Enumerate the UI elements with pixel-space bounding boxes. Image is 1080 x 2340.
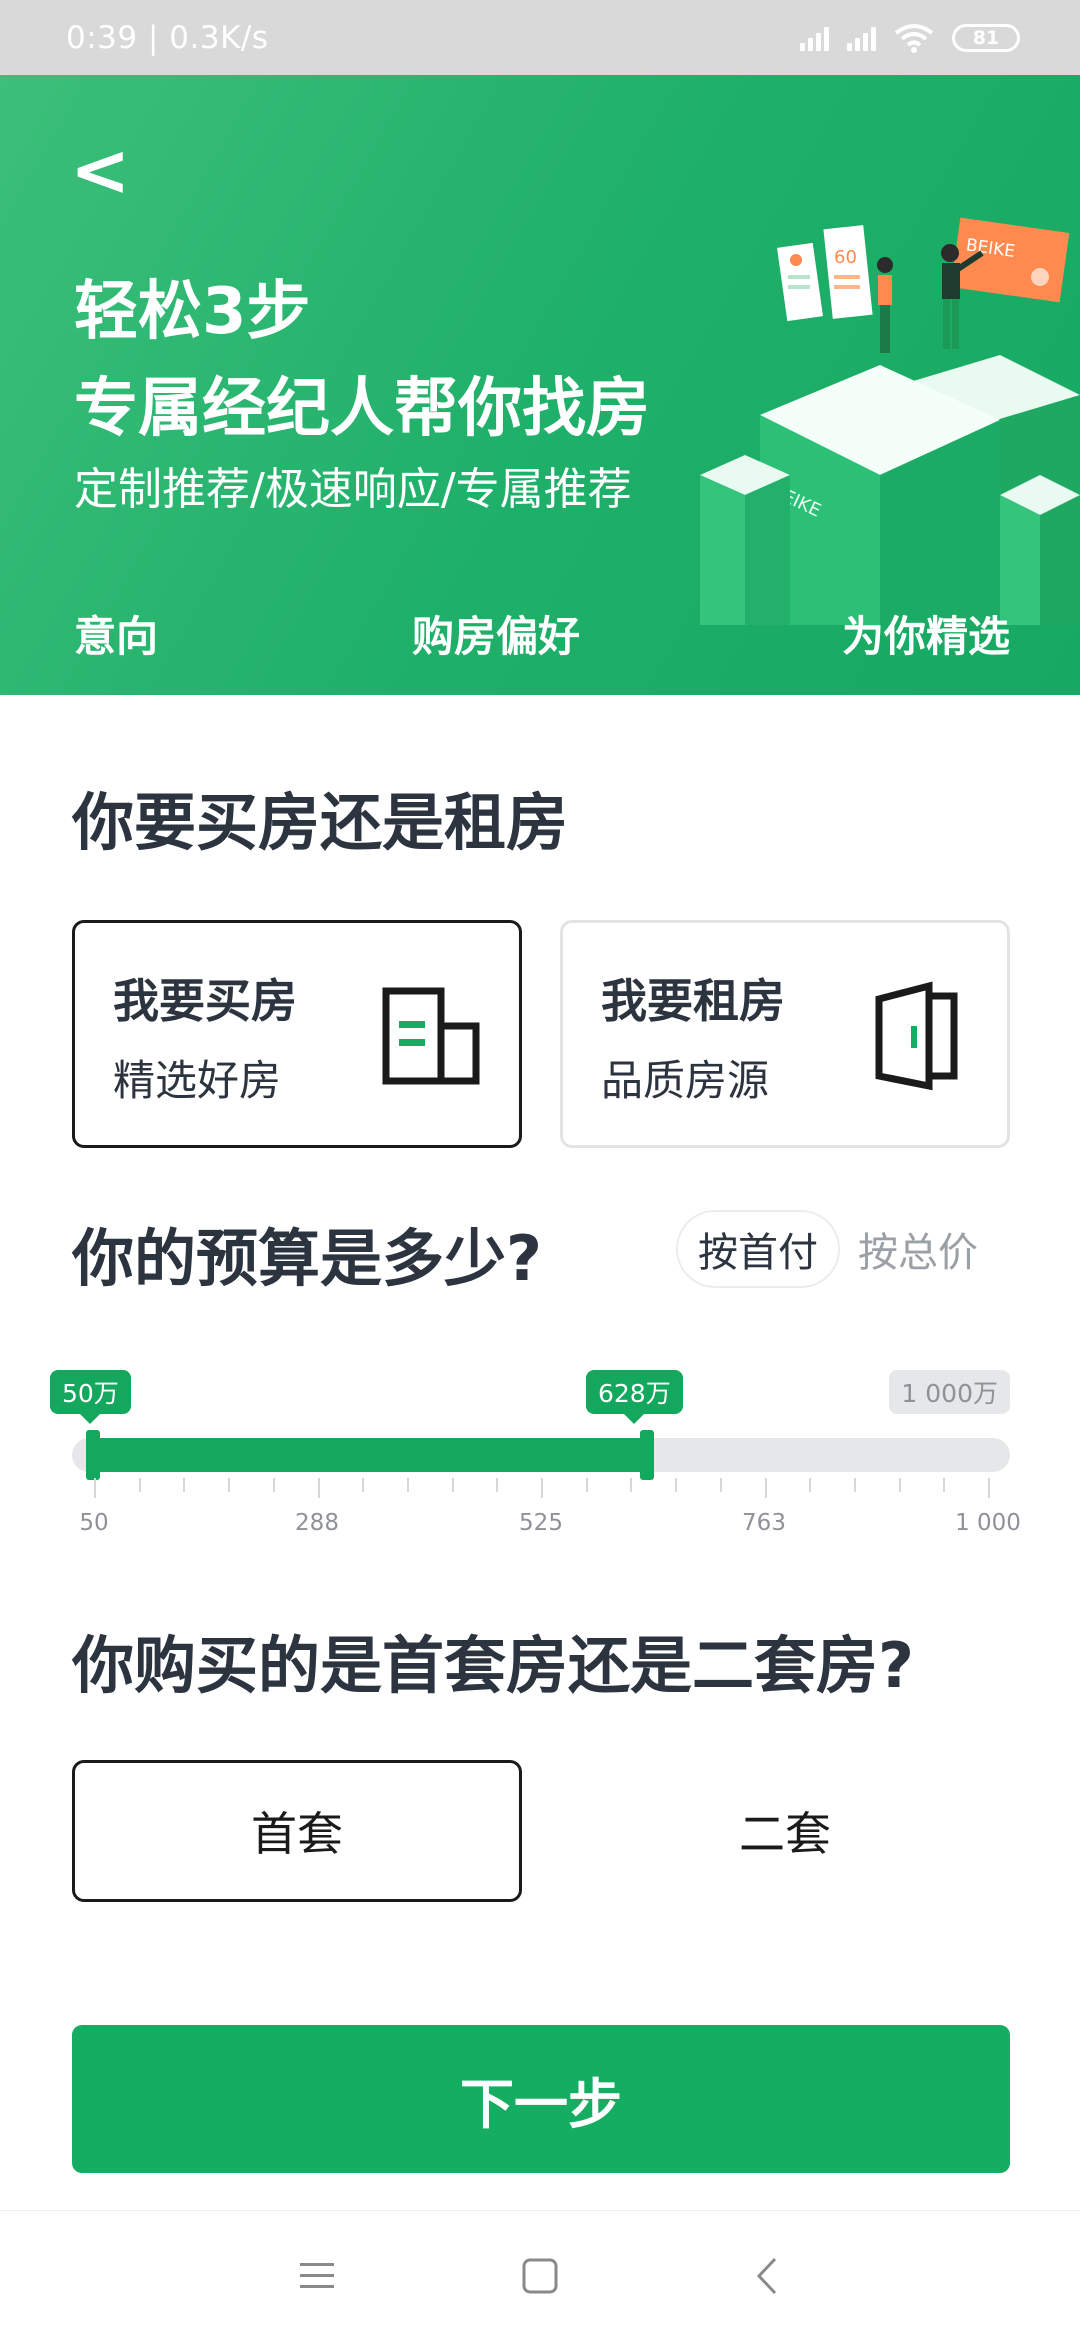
buy-option-card[interactable]: 我要买房 精选好房 xyxy=(72,920,522,1148)
house-type-title: 你购买的是首套房还是二套房? xyxy=(72,1629,914,1702)
slider-tick xyxy=(988,1478,990,1498)
slider-handle-max[interactable] xyxy=(640,1430,654,1480)
slider-tick xyxy=(272,1478,275,1492)
step-intent: 意向 xyxy=(74,612,159,661)
next-step-button[interactable]: 下一步 xyxy=(72,2025,1010,2173)
slider-handle-min[interactable] xyxy=(86,1430,100,1480)
status-left: 0:39 | 0.3K/s xyxy=(66,20,269,56)
slider-tick xyxy=(228,1478,231,1492)
status-net-speed: 0.3K/s xyxy=(169,19,269,56)
header-title-line1: 轻松3步 xyxy=(74,275,311,349)
home-icon[interactable] xyxy=(517,2253,563,2299)
system-nav-bar xyxy=(0,2210,1080,2340)
slider-tick xyxy=(898,1478,901,1492)
slider-tick xyxy=(764,1478,767,1498)
status-bar: 0:39 | 0.3K/s 81 xyxy=(0,0,1080,75)
tick-label: 525 xyxy=(519,1510,563,1536)
tick-label: 50 xyxy=(79,1510,109,1536)
step-preference: 购房偏好 xyxy=(412,612,581,661)
buy-option-title: 我要买房 xyxy=(113,974,297,1028)
budget-title: 你的预算是多少? xyxy=(72,1222,542,1295)
slider-tick xyxy=(362,1478,365,1492)
slider-tick-labels: 50 288 525 763 1 000 xyxy=(72,1510,1021,1540)
back-button[interactable]: < xyxy=(70,134,130,206)
first-house-option[interactable]: 首套 xyxy=(72,1760,522,1902)
budget-min-bubble: 50万 xyxy=(50,1370,131,1424)
rent-option-title: 我要租房 xyxy=(601,974,785,1028)
budget-end-bubble: 1 000万 xyxy=(889,1370,1010,1414)
rent-option-desc: 品质房源 xyxy=(601,1056,770,1105)
back-icon[interactable] xyxy=(745,2253,791,2299)
header-banner: < 轻松3步 专属经纪人帮你找房 定制推荐/极速响应/专属推荐 BEIKE 60… xyxy=(0,75,1080,695)
wifi-icon xyxy=(894,23,934,53)
slider-tick xyxy=(675,1478,678,1492)
slider-tick xyxy=(94,1478,96,1498)
progress-steps: 意向 购房偏好 为你精选 xyxy=(0,603,1080,663)
slider-tick xyxy=(585,1478,588,1492)
total-price-tab[interactable]: 按总价 xyxy=(858,1220,978,1278)
status-icons: 81 xyxy=(800,23,1020,53)
slider-tick xyxy=(138,1478,141,1492)
header-illustration: BEIKE 60 BEIKE xyxy=(700,217,1080,625)
slider-tick xyxy=(496,1478,499,1492)
menu-icon[interactable] xyxy=(294,2253,340,2299)
tick-label: 763 xyxy=(742,1510,786,1536)
header-title-line2: 专属经纪人帮你找房 xyxy=(74,372,650,446)
slider-tick xyxy=(183,1478,186,1492)
building-icon xyxy=(382,987,480,1085)
slider-tick xyxy=(630,1478,633,1492)
slider-tick xyxy=(406,1478,409,1492)
second-house-option[interactable]: 二套 xyxy=(560,1760,1010,1902)
slider-tick xyxy=(809,1478,812,1492)
slider-tick xyxy=(719,1478,722,1492)
battery-level: 81 xyxy=(972,26,1000,49)
battery-icon: 81 xyxy=(952,23,1020,52)
status-time: 0:39 xyxy=(66,19,138,56)
down-payment-tab[interactable]: 按首付 xyxy=(676,1210,840,1288)
slider-tick xyxy=(451,1478,454,1492)
budget-mode-toggle: 按首付 按总价 xyxy=(676,1210,978,1288)
slider-tick xyxy=(853,1478,856,1492)
slider-range-fill xyxy=(94,1438,654,1472)
tick-label: 288 xyxy=(295,1510,339,1536)
illustration-number-text: 60 xyxy=(834,247,857,268)
slider-tick xyxy=(541,1478,543,1498)
header-subtitle: 定制推荐/极速响应/专属推荐 xyxy=(74,464,632,515)
slider-ticks xyxy=(94,1478,990,1498)
door-icon xyxy=(875,981,958,1091)
buy-option-desc: 精选好房 xyxy=(113,1056,282,1105)
buy-or-rent-title: 你要买房还是租房 xyxy=(72,786,569,859)
slider-tick xyxy=(943,1478,946,1492)
tick-label: 1 000 xyxy=(955,1510,1021,1536)
budget-max-bubble: 628万 xyxy=(586,1370,683,1424)
signal-icon xyxy=(847,25,876,51)
step-selection: 为你精选 xyxy=(841,612,1010,661)
rent-option-card[interactable]: 我要租房 品质房源 xyxy=(560,920,1010,1148)
signal-icon xyxy=(800,25,829,51)
status-separator: | xyxy=(147,19,170,56)
budget-slider[interactable]: 50万 628万 1 000万 50 288 525 763 1 000 xyxy=(50,1370,1021,1550)
slider-tick xyxy=(317,1478,320,1498)
